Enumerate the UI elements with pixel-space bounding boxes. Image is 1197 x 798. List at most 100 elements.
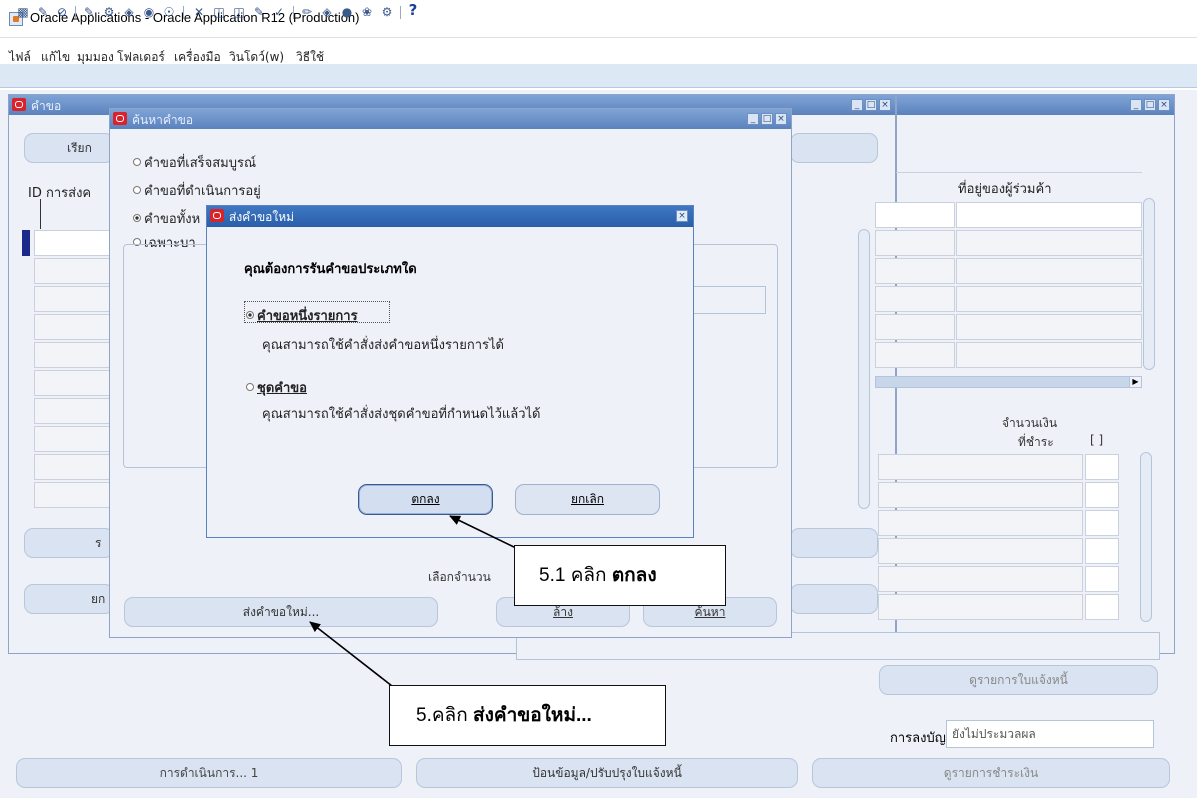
- globe-icon[interactable]: ☉: [162, 5, 176, 19]
- grid-cell[interactable]: [878, 566, 1083, 592]
- amount-cell[interactable]: [1085, 538, 1119, 564]
- amount-cell[interactable]: [1085, 566, 1119, 592]
- grid-cell[interactable]: [34, 342, 114, 368]
- amount-cell[interactable]: [1085, 454, 1119, 480]
- radio-icon: [133, 186, 141, 194]
- find-button[interactable]: เรียก: [24, 133, 114, 163]
- grid-cell[interactable]: [34, 258, 114, 284]
- vertical-scrollbar[interactable]: [1140, 452, 1152, 622]
- amount-cell[interactable]: [1085, 594, 1119, 620]
- grid-cell[interactable]: [34, 314, 114, 340]
- vertical-scrollbar[interactable]: [858, 229, 870, 509]
- delete-icon[interactable]: ✓: [272, 5, 286, 19]
- radio-label: คำขอที่ดำเนินการอยู่: [144, 184, 261, 199]
- enter-invoice-button[interactable]: ป้อนข้อมูล/ปรับปรุงใบแจ้งหนี้: [416, 758, 798, 788]
- amount-cell[interactable]: [1085, 510, 1119, 536]
- ok-button[interactable]: ตกลง: [358, 484, 493, 515]
- grid-cell[interactable]: [875, 286, 955, 312]
- callout-bold-text: ส่งคำขอใหม่...: [472, 705, 592, 726]
- action-button-right[interactable]: [790, 528, 878, 558]
- pen-icon[interactable]: ✏: [300, 5, 314, 19]
- grid-cell[interactable]: [34, 286, 114, 312]
- radio-single-request[interactable]: คำขอหนึ่งรายการ: [246, 305, 358, 326]
- close-icon[interactable]: ×: [1158, 99, 1170, 111]
- amount-cell[interactable]: [1085, 482, 1119, 508]
- stop-icon[interactable]: ⊘: [55, 5, 69, 19]
- view-invoice-button[interactable]: ดูรายการใบแจ้งหนี้: [879, 665, 1158, 695]
- grid-cell[interactable]: [875, 342, 955, 368]
- posting-status-field[interactable]: ยังไม่ประมวลผล: [946, 720, 1154, 748]
- radio-in-progress-requests[interactable]: คำขอที่ดำเนินการอยู่: [133, 180, 261, 201]
- supplier-address-cell[interactable]: [956, 286, 1142, 312]
- grid-cell[interactable]: [34, 426, 114, 452]
- supplier-address-cell[interactable]: [956, 258, 1142, 284]
- vertical-scrollbar[interactable]: [1143, 198, 1155, 370]
- folder-tools-icon[interactable]: ⚙: [380, 5, 394, 19]
- grid-cell[interactable]: [878, 454, 1083, 480]
- radio-label: คำขอทั้งห: [144, 212, 201, 227]
- grid-cell[interactable]: [878, 482, 1083, 508]
- paperclip-icon[interactable]: ❀: [360, 5, 374, 19]
- toolbar-separator: [400, 6, 401, 19]
- action-button-right-2[interactable]: [790, 584, 878, 614]
- maximize-icon[interactable]: □: [1144, 99, 1156, 111]
- translate-icon[interactable]: ◈: [320, 5, 334, 19]
- oracle-logo-icon: [113, 112, 127, 125]
- secondary-window-titlebar: _ □ ×: [897, 95, 1174, 115]
- minimize-icon[interactable]: _: [1130, 99, 1142, 111]
- attach-icon[interactable]: ◉: [142, 5, 156, 19]
- copy-icon[interactable]: ◫: [212, 5, 226, 19]
- header-button-right[interactable]: [790, 133, 878, 163]
- select-count-label: เลือกจำนวน: [428, 570, 491, 584]
- grid-cell[interactable]: [875, 230, 955, 256]
- submit-new-request-button[interactable]: ส่งคำขอใหม่...: [124, 597, 438, 627]
- grid-cell[interactable]: [875, 314, 955, 340]
- grid-cell[interactable]: [34, 370, 114, 396]
- edit-icon[interactable]: ✎: [252, 5, 266, 19]
- view-payments-button[interactable]: ดูรายการชำระเงิน: [812, 758, 1170, 788]
- radio-request-set[interactable]: ชุดคำขอ: [246, 377, 307, 398]
- minimize-icon[interactable]: _: [851, 99, 863, 111]
- grid-cell[interactable]: [878, 510, 1083, 536]
- cancel-button[interactable]: ยกเลิก: [515, 484, 660, 515]
- radio-completed-requests[interactable]: คำขอที่เสร็จสมบูรณ์: [133, 152, 256, 173]
- actions-button[interactable]: การดำเนินการ... 1: [16, 758, 402, 788]
- horizontal-scrollbar[interactable]: [875, 376, 1142, 388]
- grid-cell[interactable]: [878, 538, 1083, 564]
- grid-cell[interactable]: [34, 230, 114, 256]
- grid-cell[interactable]: [34, 398, 114, 424]
- cancel-request-button[interactable]: ยก: [24, 584, 114, 614]
- grid-cell[interactable]: [34, 482, 114, 508]
- record-icon[interactable]: ●: [340, 5, 354, 19]
- action-button-partial[interactable]: ร: [24, 528, 114, 558]
- grid-cell[interactable]: [875, 258, 955, 284]
- radio-all-requests[interactable]: คำขอทั้งห: [133, 208, 200, 229]
- supplier-address-cell[interactable]: [956, 202, 1142, 228]
- grid-cell[interactable]: [878, 594, 1083, 620]
- radio-icon: [133, 158, 141, 166]
- settings-icon[interactable]: ⚙: [102, 5, 116, 19]
- grid-cell[interactable]: [875, 202, 955, 228]
- supplier-address-cell[interactable]: [956, 230, 1142, 256]
- close-icon[interactable]: ×: [775, 113, 787, 125]
- close-icon[interactable]: ×: [879, 99, 891, 111]
- callout-step-5-1: 5.1 คลิก ตกลง: [514, 545, 726, 606]
- new-icon[interactable]: ▩: [16, 5, 30, 19]
- supplier-address-cell[interactable]: [956, 342, 1142, 368]
- zoom-icon[interactable]: ◈: [122, 5, 136, 19]
- supplier-address-cell[interactable]: [956, 314, 1142, 340]
- minimize-icon[interactable]: _: [747, 113, 759, 125]
- maximize-icon[interactable]: □: [865, 99, 877, 111]
- maximize-icon[interactable]: □: [761, 113, 773, 125]
- grid-cell[interactable]: [34, 454, 114, 480]
- close-icon[interactable]: ×: [676, 210, 688, 222]
- scroll-right-icon[interactable]: ▶: [1129, 376, 1142, 388]
- help-icon[interactable]: ?: [406, 3, 420, 18]
- print-icon[interactable]: ✎: [82, 5, 96, 19]
- toolbar-separator: [183, 6, 184, 19]
- cut-icon[interactable]: ✕: [192, 5, 206, 19]
- paste-icon[interactable]: ◫: [232, 5, 246, 19]
- criteria-field[interactable]: [690, 286, 766, 314]
- radio-selected-icon: [133, 214, 141, 222]
- open-icon[interactable]: ✎: [36, 5, 50, 19]
